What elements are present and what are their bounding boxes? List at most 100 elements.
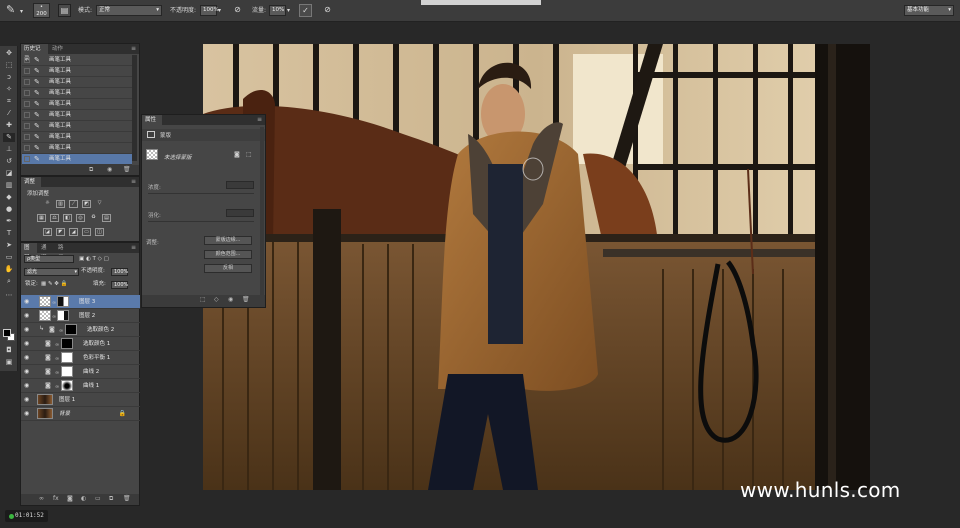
visibility-eye-icon[interactable]: ◉: [24, 396, 29, 403]
history-source-checkbox[interactable]: [24, 101, 30, 107]
link-layers-icon[interactable]: ∞: [39, 494, 44, 504]
pressure-opacity-icon[interactable]: ⊘: [231, 4, 244, 17]
invert-icon[interactable]: ◪: [43, 228, 52, 236]
new-snapshot-icon[interactable]: ◉: [107, 165, 112, 175]
history-item[interactable]: ✎ 画笔工具: [22, 66, 132, 77]
move-tool-icon[interactable]: ✥: [3, 49, 15, 58]
dodge-tool-icon[interactable]: ●: [3, 205, 15, 214]
brush-preset-dropdown-icon[interactable]: ▾: [20, 5, 23, 19]
eyedropper-tool-icon[interactable]: ⁄: [3, 109, 15, 118]
brush-size-picker[interactable]: • 200: [33, 3, 50, 18]
fill-input[interactable]: 100%: [111, 281, 128, 289]
foreground-color-swatch[interactable]: [3, 329, 11, 337]
crop-tool-icon[interactable]: ⌗: [3, 97, 15, 106]
history-item[interactable]: ✎ 画笔工具: [22, 121, 132, 132]
history-source-checkbox[interactable]: [24, 145, 30, 151]
airbrush-icon[interactable]: ✓: [299, 4, 312, 17]
tab-actions[interactable]: 动作: [49, 44, 69, 54]
load-selection-icon[interactable]: ⬚: [200, 295, 206, 305]
apply-mask-icon[interactable]: ◇: [214, 295, 219, 305]
pressure-size-icon[interactable]: ⊘: [321, 4, 334, 17]
shape-tool-icon[interactable]: ▭: [3, 253, 15, 262]
visibility-eye-icon[interactable]: ◉: [24, 298, 29, 305]
gradient-map-icon[interactable]: ▭: [82, 228, 91, 236]
hue-saturation-icon[interactable]: ▦: [37, 214, 46, 222]
trash-icon[interactable]: 🗑: [123, 494, 131, 504]
layer-row-layer-2[interactable]: ◉ ∞ 图层 2: [21, 309, 140, 323]
visibility-eye-icon[interactable]: ◉: [24, 410, 29, 417]
layer-row-curves-2[interactable]: ◉ ◙ ∞ 曲线 2: [21, 365, 140, 379]
color-range-button[interactable]: 颜色范围...: [204, 250, 252, 259]
zoom-tool-icon[interactable]: ⌕: [3, 277, 15, 286]
opacity-dropdown-icon[interactable]: ▾: [218, 4, 221, 18]
brightness-contrast-icon[interactable]: ☼: [43, 200, 52, 208]
history-source-checkbox[interactable]: [24, 123, 30, 129]
history-source-checkbox[interactable]: [24, 134, 30, 140]
layer-mask-thumbnail[interactable]: [61, 338, 73, 349]
hand-tool-icon[interactable]: ✋: [3, 265, 15, 274]
mask-edge-button[interactable]: 蒙版边缘...: [204, 236, 252, 245]
layer-mask-thumbnail[interactable]: [61, 380, 73, 391]
visibility-eye-icon[interactable]: ◉: [24, 354, 29, 361]
density-slider[interactable]: [148, 193, 254, 194]
tab-properties[interactable]: 属性: [142, 115, 162, 125]
layer-filter-select[interactable]: ρ类型: [24, 255, 74, 263]
panel-menu-icon[interactable]: ≡: [257, 115, 262, 125]
layer-row-color-balance-1[interactable]: ◉ ◙ ∞ 色彩平衡 1: [21, 351, 140, 365]
blur-tool-icon[interactable]: ◆: [3, 193, 15, 202]
lock-icon[interactable]: 🔒: [119, 407, 126, 421]
history-scrollbar[interactable]: [132, 55, 137, 161]
layer-row-background[interactable]: ◉ 背景 🔒: [21, 407, 140, 421]
quick-select-tool-icon[interactable]: ✧: [3, 85, 15, 94]
threshold-icon[interactable]: ◢: [69, 228, 78, 236]
tab-adjustments[interactable]: 调整: [21, 177, 41, 187]
workspace-select[interactable]: 基本功能 ▾: [904, 5, 954, 16]
layer-row-selective-color-1[interactable]: ◉ ◙ ∞ 选取颜色 1: [21, 337, 140, 351]
history-source-checkbox[interactable]: [24, 112, 30, 118]
panel-menu-icon[interactable]: ≡: [131, 44, 136, 54]
layer-row-selective-color-2[interactable]: ◉ ↳ ◙ ∞ 选取颜色 2: [21, 323, 140, 337]
gradient-tool-icon[interactable]: ▥: [3, 181, 15, 190]
history-item[interactable]: ✎ 画笔工具: [22, 77, 132, 88]
color-balance-icon[interactable]: ⚖: [50, 214, 59, 222]
brush-tool-icon[interactable]: ✎: [6, 3, 15, 17]
clone-stamp-tool-icon[interactable]: ⊥: [3, 145, 15, 154]
history-item[interactable]: ✎ 画笔工具: [22, 88, 132, 99]
add-vector-mask-icon[interactable]: ⬚: [246, 151, 252, 158]
history-brush-tool-icon[interactable]: ↺: [3, 157, 15, 166]
feather-slider[interactable]: [148, 221, 254, 222]
history-source-checkbox[interactable]: [24, 68, 30, 74]
visibility-eye-icon[interactable]: ◉: [24, 312, 29, 319]
visibility-eye-icon[interactable]: ◉: [24, 326, 29, 333]
layer-mask-thumbnail[interactable]: [61, 352, 73, 363]
blend-mode-select[interactable]: 滤光 ▾: [24, 268, 79, 276]
layer-mask-thumbnail[interactable]: [65, 324, 77, 335]
quick-mask-icon[interactable]: ◘: [3, 346, 15, 355]
type-tool-icon[interactable]: T: [3, 229, 15, 238]
path-selection-tool-icon[interactable]: ➤: [3, 241, 15, 250]
tab-layers[interactable]: 图层: [21, 243, 37, 261]
flow-dropdown-icon[interactable]: ▾: [287, 4, 290, 18]
more-tools-icon[interactable]: ⋯: [3, 291, 15, 300]
invert-button[interactable]: 反相: [204, 264, 252, 273]
visibility-eye-icon[interactable]: ◉: [24, 340, 29, 347]
trash-icon[interactable]: 🗑: [242, 295, 250, 305]
new-document-from-state-icon[interactable]: ⧉: [89, 165, 93, 175]
visibility-eye-icon[interactable]: ◉: [228, 295, 233, 305]
layer-style-icon[interactable]: fx: [53, 494, 59, 504]
properties-scrollbar[interactable]: [260, 127, 264, 297]
layer-opacity-input[interactable]: 100%: [111, 268, 128, 276]
filter-icons[interactable]: ▣ ◐ T ◇ ▢: [79, 255, 109, 264]
new-layer-icon[interactable]: ⧉: [109, 494, 113, 504]
curves-icon[interactable]: ⟋: [69, 200, 78, 208]
tab-paths[interactable]: 路径: [55, 243, 71, 261]
tab-channels[interactable]: 通道: [38, 243, 54, 261]
history-item[interactable]: ✎ 画笔工具: [22, 143, 132, 154]
layer-row-layer-1[interactable]: ◉ 图层 1: [21, 393, 140, 407]
lasso-tool-icon[interactable]: ↄ: [3, 73, 15, 82]
brush-panel-toggle-icon[interactable]: ▤: [58, 4, 71, 17]
feather-input[interactable]: [226, 209, 254, 217]
history-item[interactable]: ✎ 画笔工具: [22, 132, 132, 143]
history-source-checkbox[interactable]: [24, 156, 30, 162]
tab-history[interactable]: 历史记录: [21, 44, 48, 62]
